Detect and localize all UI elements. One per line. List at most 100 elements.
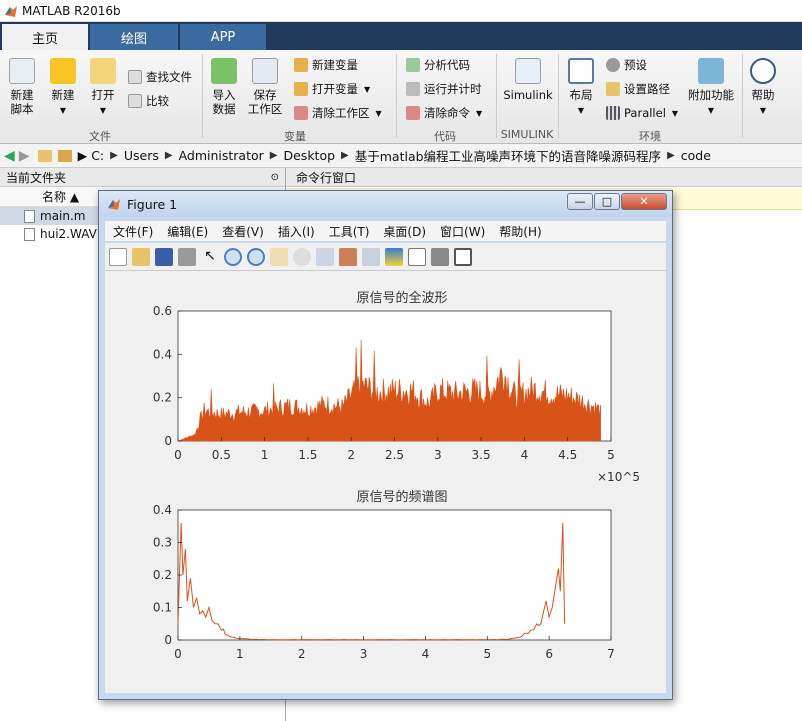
group-variable-label: 变量 (284, 130, 306, 143)
clear-workspace-button[interactable]: 清除工作区 ▼ (294, 104, 382, 122)
menu-window[interactable]: 窗口(W) (440, 223, 485, 240)
forward-arrow-icon[interactable]: ▶ (19, 148, 30, 164)
new-button[interactable]: 新建 ▼ (48, 58, 78, 118)
panel-menu-icon[interactable]: ⊙ (271, 172, 279, 183)
analyze-code-button[interactable]: 分析代码 (406, 56, 470, 74)
figure-menubar: 文件(F) 编辑(E) 查看(V) 插入(I) 工具(T) 桌面(D) 窗口(W… (105, 221, 666, 241)
x-tick-label: 2.5 (385, 448, 404, 462)
zoom-out-icon[interactable] (247, 247, 265, 266)
matlab-logo-icon (5, 5, 17, 17)
menu-insert[interactable]: 插入(I) (278, 223, 315, 240)
open-button[interactable]: 打开 ▼ (88, 58, 118, 118)
pointer-icon[interactable]: ↖ (201, 248, 219, 266)
pan-hand-icon[interactable] (270, 247, 288, 266)
compare-icon (128, 94, 142, 108)
new-figure-icon[interactable] (109, 247, 127, 266)
help-button[interactable]: 帮助 ▼ (748, 58, 778, 118)
current-folder-header: 当前文件夹 ⊙ (0, 168, 285, 187)
y-tick-label: 0.3 (153, 536, 172, 550)
legend-icon[interactable] (408, 247, 426, 266)
new-script-button[interactable]: 新建 脚本 (6, 58, 38, 116)
m-file-icon (24, 209, 35, 223)
menu-help[interactable]: 帮助(H) (499, 223, 541, 240)
data-cursor-icon[interactable] (316, 247, 334, 266)
simulink-icon (515, 58, 541, 84)
new-variable-button[interactable]: 新建变量 (294, 56, 358, 74)
parallel-button[interactable]: Parallel ▼ (606, 104, 678, 122)
y-tick-label: 0.6 (153, 304, 172, 318)
run-and-time-button[interactable]: 运行并计时 (406, 80, 482, 98)
figure-logo-icon (108, 199, 120, 210)
breadcrumb-administrator[interactable]: Administrator (179, 148, 264, 163)
x-tick-label: 3.5 (472, 448, 491, 462)
colorbar-icon[interactable] (385, 247, 403, 266)
breadcrumb-users[interactable]: Users (124, 148, 159, 163)
compare-button[interactable]: 比较 (128, 92, 169, 110)
figure-title: Figure 1 (127, 196, 178, 212)
hide-plot-tools-icon[interactable] (431, 247, 449, 266)
print-icon[interactable] (178, 247, 196, 266)
link-plot-icon[interactable] (362, 247, 380, 266)
maximize-button[interactable]: □ (594, 193, 620, 210)
analyze-code-icon (406, 58, 420, 72)
ribbon-tabs: 主页 绘图 APP (0, 22, 802, 50)
save-workspace-button[interactable]: 保存 工作区 (246, 58, 284, 116)
find-files-button[interactable]: 查找文件 (128, 68, 192, 86)
new-variable-icon (294, 58, 308, 72)
breadcrumb-c[interactable]: C: (91, 148, 104, 163)
x-tick-label: 4 (422, 647, 430, 661)
import-icon (211, 58, 237, 84)
figure-window[interactable]: Figure 1 — □ ✕ 文件(F) 编辑(E) 查看(V) 插入(I) 工… (98, 190, 673, 700)
back-arrow-icon[interactable]: ◀ (4, 148, 15, 164)
tab-apps[interactable]: APP (180, 24, 266, 50)
open-variable-button[interactable]: 打开变量 ▼ (294, 80, 370, 98)
divider (496, 54, 497, 138)
y-tick-label: 0.2 (153, 391, 172, 405)
plot1-title: 原信号的全波形 (356, 290, 447, 306)
clear-commands-button[interactable]: 清除命令 ▼ (406, 104, 482, 122)
x-tick-label: 1 (261, 448, 269, 462)
find-files-icon (128, 70, 142, 84)
breadcrumb-desktop[interactable]: Desktop (283, 148, 335, 163)
simulink-button[interactable]: Simulink (502, 58, 554, 102)
gear-icon (606, 58, 620, 72)
y-tick-label: 0 (164, 434, 172, 448)
save-icon[interactable] (155, 247, 173, 266)
menu-edit[interactable]: 编辑(E) (167, 223, 208, 240)
menu-view[interactable]: 查看(V) (222, 223, 264, 240)
menu-file[interactable]: 文件(F) (113, 223, 153, 240)
tab-home[interactable]: 主页 (2, 24, 88, 50)
breadcrumb-code[interactable]: code (681, 148, 711, 163)
menu-desktop[interactable]: 桌面(D) (383, 223, 426, 240)
brush-icon[interactable] (339, 247, 357, 266)
close-button[interactable]: ✕ (621, 193, 667, 210)
up-folder-icon[interactable] (37, 149, 52, 162)
open-file-icon[interactable] (132, 247, 150, 266)
parallel-icon (606, 106, 620, 120)
help-icon (750, 58, 776, 84)
rotate-3d-icon[interactable] (293, 247, 311, 266)
group-simulink-label: SIMULINK (500, 128, 554, 141)
browse-folder-icon[interactable] (57, 149, 72, 162)
app-title-bar: MATLAB R2016b (0, 0, 802, 22)
clear-workspace-icon (294, 106, 308, 120)
minimize-button[interactable]: — (567, 193, 593, 210)
preferences-button[interactable]: 预设 (606, 56, 647, 74)
figure-canvas[interactable]: 原信号的全波形 0 0.5 1 1.5 2 2.5 3 3.5 4 4.5 5 0 0.2 0.4 0.6 … (105, 271, 666, 693)
clear-commands-icon (406, 106, 420, 120)
tab-plots[interactable]: 绘图 (90, 24, 178, 50)
add-ons-button[interactable]: 附加功能 ▼ (686, 58, 736, 118)
plots-svg: 原信号的全波形 0 0.5 1 1.5 2 2.5 3 3.5 4 4.5 500.20.40.6 … (153, 290, 640, 661)
breadcrumb-project[interactable]: 基于matlab编程工业高噪声环境下的语音降噪源码程序 (355, 146, 661, 165)
import-data-button[interactable]: 导入 数据 (208, 58, 240, 116)
zoom-in-icon[interactable] (224, 247, 242, 266)
set-path-button[interactable]: 设置路径 (606, 80, 670, 98)
divider (202, 54, 203, 138)
new-plus-icon (50, 58, 76, 84)
y-tick-label: 0.4 (153, 503, 172, 517)
layout-button[interactable]: 布局 ▼ (564, 58, 598, 118)
show-plot-tools-icon[interactable] (454, 247, 472, 266)
path-address-bar[interactable]: ◀ ▶ ▶ C: ▶ Users ▶ Administrator ▶ Desktop ▶… (0, 144, 802, 168)
menu-tools[interactable]: 工具(T) (329, 223, 370, 240)
run-time-icon (406, 82, 420, 96)
